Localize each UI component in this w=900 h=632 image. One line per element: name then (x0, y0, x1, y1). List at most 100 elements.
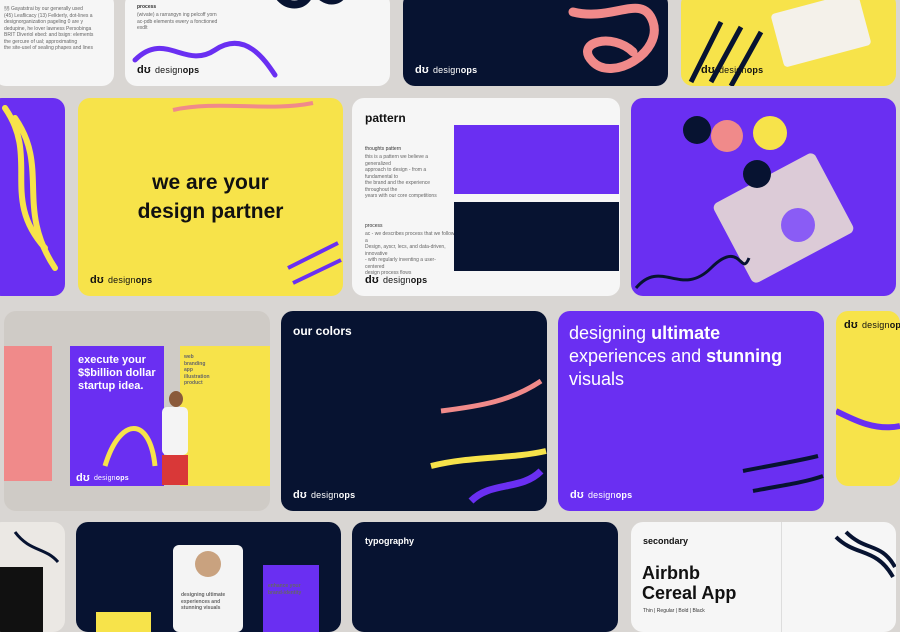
enhance-poster: enhance your brand-identity (263, 565, 319, 632)
purple-swatch (454, 125, 619, 194)
brand-logo: dʊdesignops (701, 64, 764, 76)
sticker-navy (683, 116, 711, 144)
walking-person (154, 391, 194, 501)
typography-title: typography (365, 536, 415, 546)
enhance-text-line: enhance your (268, 583, 301, 589)
poster2-list: web branding app illustration product (184, 354, 210, 387)
pattern-sub1: thoughts pattern (365, 146, 402, 152)
sticker-navy-2 (743, 160, 771, 188)
yellow-brush-stroke (2, 105, 58, 271)
card-phone-mockup: designing ultimate experiences and stunnin… (76, 522, 341, 632)
pink-brush-top (172, 101, 314, 112)
brand-logo: dʊdesignops (90, 274, 153, 286)
card-notes: §§ Gayatstrai by our generally used (45) … (0, 0, 114, 86)
pattern-line: Design, ayscr, lecs, and data-driven, in… (365, 244, 446, 257)
pattern-title: pattern (365, 111, 406, 125)
partner-headline: we are your design partner (78, 168, 343, 226)
sticker-pink (711, 120, 743, 152)
sticker-yellow (753, 116, 787, 150)
brand-logo: dʊdesignops (415, 64, 478, 76)
poster1-line3: startup idea. (78, 380, 144, 392)
navy-brush (834, 530, 896, 579)
font-name-line1: Airbnb (642, 563, 700, 583)
pattern-text2: ac - we describes process that we follow… (365, 231, 455, 277)
poster2-item: product (184, 380, 203, 386)
sticker-purple (781, 208, 815, 242)
brand-logo: dʊdesignops (293, 489, 356, 501)
pink-poster (4, 346, 52, 481)
pink-brush-loop (568, 3, 659, 73)
card-typography: typography (352, 522, 618, 632)
phone-text: designing ultimate experiences and stunnin… (181, 592, 225, 612)
card-navy-pink: dʊ design ops (403, 0, 668, 86)
poster1-headline: execute your $$billion dollar startup id… (78, 354, 156, 393)
process-label: process (137, 4, 157, 10)
colors-title: our colors (293, 324, 352, 338)
divider (781, 522, 782, 632)
ultimate-w3: experiences and (569, 346, 702, 366)
poster1-line2: $$billion dollar (78, 367, 156, 379)
loop-shape (277, 0, 343, 9)
ultimate-w4: stunning (706, 346, 783, 366)
brand-logo: dʊdesignops (137, 64, 200, 76)
pattern-line: approach to design - from a fundamental … (365, 167, 427, 180)
notes-line: BRIT Diveriol ebed: and bsign: elements (4, 32, 94, 38)
font-name: Airbnb Cereal App (642, 563, 736, 603)
font-name-line2: Cereal App (642, 583, 737, 603)
navy-swatch (454, 202, 619, 271)
purple-brush-corner (287, 241, 342, 285)
ultimate-w5: visuals (569, 369, 625, 389)
avatar (195, 551, 221, 577)
card-yellow-envelope: dʊ design ops (681, 0, 896, 86)
card-bottom-left (0, 522, 65, 632)
ultimate-w1: designing (569, 323, 647, 343)
brand-logo: dʊdesignops (76, 472, 129, 484)
pattern-line: this is a pattern we believe a generaliz… (365, 154, 429, 167)
notes-text: §§ Gayatstrai by our generally used (45) … (4, 6, 104, 52)
yellow-brush-poster (102, 426, 158, 467)
card-pattern: pattern thoughts pattern this is a patte… (352, 98, 620, 296)
process-text: (wivate) a rarrangyn ing pelcoff yorn ac-… (137, 12, 227, 32)
brand-logo: dʊdesignops (365, 274, 428, 286)
pattern-sub2: process (365, 223, 383, 229)
brand-logo: dʊdesignops (570, 489, 633, 501)
brush-strokes (430, 378, 547, 504)
card-yellow-right: dʊdesignops (836, 311, 900, 486)
phone-text-line: designing ultimate (181, 592, 226, 598)
navy-scribble (634, 254, 751, 289)
purple-brush (836, 408, 900, 431)
card-process: process (wivate) a rarrangyn ing pelcoff… (125, 0, 390, 86)
process-line: (wivate) a rarrangyn ing pelcoff yorn (137, 12, 217, 18)
partner-line2: design partner (137, 200, 284, 223)
brand-logo: dʊdesignops (844, 319, 900, 331)
card-street-posters: execute your $$billion dollar startup id… (4, 311, 270, 511)
black-block (0, 567, 43, 632)
ultimate-w2: ultimate (651, 323, 721, 343)
navy-brush (742, 454, 824, 493)
enhance-text: enhance your brand-identity (268, 583, 301, 596)
font-weights: Thin | Regular | Bold | Black (643, 608, 705, 614)
pattern-line: ac - we describes process that we follow… (365, 231, 455, 244)
card-ultimate: designing ultimate experiences and stunn… (558, 311, 824, 511)
card-purple-stickers (631, 98, 896, 296)
purple-poster: execute your $$billion dollar startup id… (70, 346, 164, 486)
card-our-colors: our colors dʊ design ops (281, 311, 547, 511)
navy-brush (13, 531, 60, 564)
enhance-text-line: brand-identity (268, 589, 302, 596)
pattern-line: the brand and the experience throughout … (365, 180, 431, 193)
card-purple-left (0, 98, 65, 296)
secondary-label: secondary (643, 536, 689, 546)
ultimate-headline: designing ultimate experiences and stunn… (569, 322, 782, 391)
envelope-shape (770, 0, 872, 68)
notes-line: the site-usel of sealing phapes and line… (4, 45, 93, 51)
poster1-line1: execute your (78, 354, 146, 366)
yellow-block (96, 612, 151, 632)
card-design-partner: we are your design partner dʊ design ops (78, 98, 343, 296)
pattern-line: years with our core competitions (365, 193, 437, 199)
pattern-text1: this is a pattern we believe a generaliz… (365, 154, 455, 200)
phone-text-line: stunning visuals (181, 605, 221, 611)
pattern-line: - with regularly inventing a user-center… (365, 257, 436, 270)
phone-screen: designing ultimate experiences and stunnin… (173, 545, 243, 632)
partner-line1: we are your (152, 171, 269, 194)
card-secondary-font: secondary Airbnb Cereal App Thin | Regul… (631, 522, 896, 632)
